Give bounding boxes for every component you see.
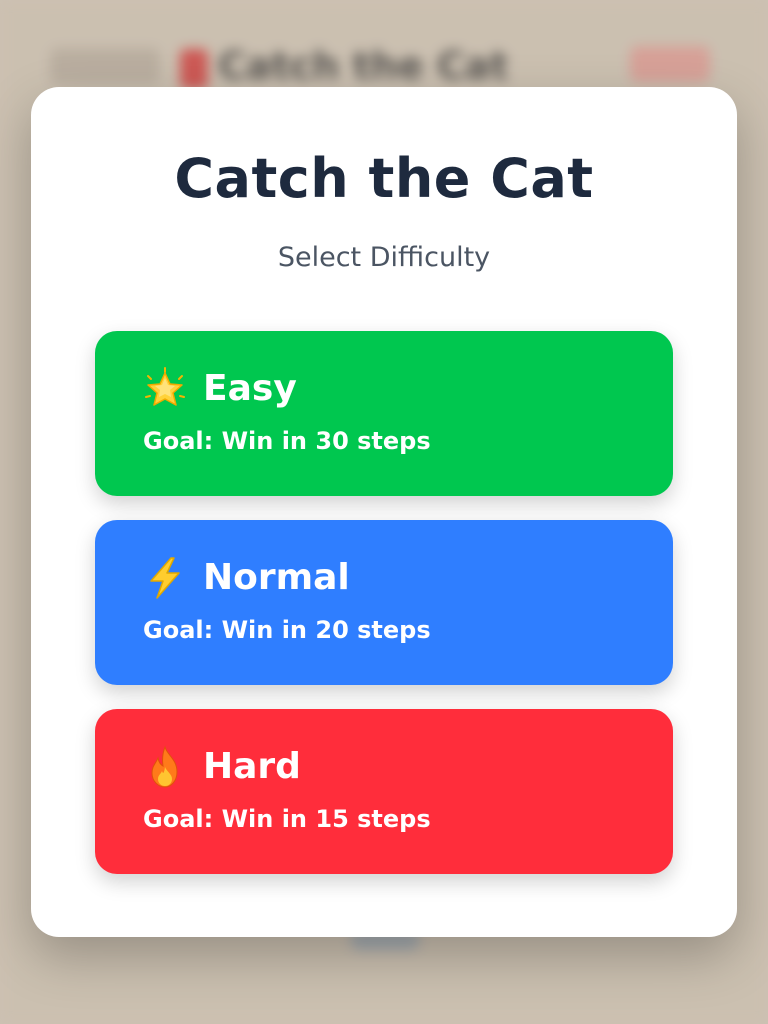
lightning-icon	[143, 556, 187, 600]
fire-icon	[143, 745, 187, 789]
difficulty-name: Normal	[203, 557, 350, 598]
star-icon	[143, 367, 187, 411]
difficulty-option-hard[interactable]: Hard Goal: Win in 15 steps	[95, 709, 673, 874]
difficulty-goal: Goal: Win in 20 steps	[143, 616, 431, 644]
difficulty-name: Hard	[203, 746, 301, 787]
difficulty-name: Easy	[203, 368, 297, 409]
modal-subtitle: Select Difficulty	[277, 242, 491, 273]
modal-title: Catch the Cat	[174, 147, 594, 210]
difficulty-option-easy[interactable]: Easy Goal: Win in 30 steps	[95, 331, 673, 496]
difficulty-goal: Goal: Win in 30 steps	[143, 427, 431, 455]
difficulty-goal: Goal: Win in 15 steps	[143, 805, 431, 833]
difficulty-option-normal[interactable]: Normal Goal: Win in 20 steps	[95, 520, 673, 685]
